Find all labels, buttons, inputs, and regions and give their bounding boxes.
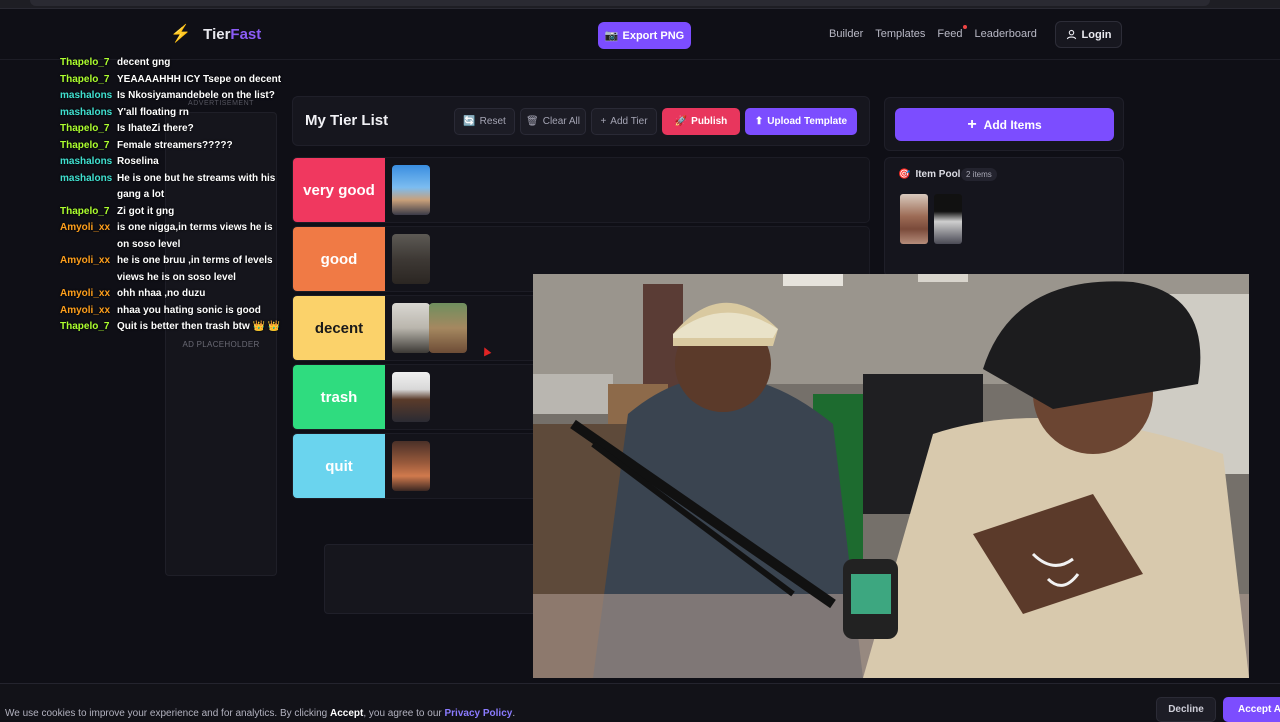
- chat-username: Thapelo_7: [60, 73, 110, 85]
- chat-message: Thapelo_7 Female streamers?????: [60, 138, 285, 155]
- tier-item-thumbnail[interactable]: [392, 441, 430, 491]
- chat-message: mashalons He is one but he streams with h…: [60, 171, 285, 204]
- upload-icon: ⬆: [754, 116, 764, 127]
- page-title: My Tier List: [305, 112, 389, 129]
- plus-icon: +: [967, 115, 977, 133]
- chat-text: Roselina: [117, 156, 159, 167]
- publish-button[interactable]: 🚀 Publish: [662, 108, 740, 135]
- browser-top-bar: [0, 0, 1280, 9]
- chat-username: Amyoli_xx: [60, 288, 111, 299]
- nav-leaderboard[interactable]: Leaderboard: [974, 28, 1036, 40]
- webcam-overlay: [533, 274, 1249, 678]
- chat-text: YEAAAAHHH ICY Tsepe on decent: [117, 73, 282, 85]
- logo[interactable]: ⚡ TierFast: [170, 24, 261, 44]
- chat-message: Thapelo_7 Is IhateZi there?: [60, 121, 285, 138]
- chat-text: Female streamers?????: [117, 139, 233, 151]
- login-button[interactable]: Login: [1055, 21, 1122, 48]
- chat-message: Amyoli_xx he is one bruu ,in terms of lev…: [60, 253, 285, 286]
- chat-username: Amyoli_xx: [60, 222, 111, 233]
- chat-message: mashalons Y'all floating rn: [60, 105, 285, 122]
- chat-message: Thapelo_7 YEAAAAHHH ICY Tsepe on decent: [60, 72, 285, 89]
- tier-label[interactable]: decent: [293, 296, 385, 360]
- logo-text: TierFast: [203, 25, 262, 43]
- chat-username: Thapelo_7: [60, 139, 110, 151]
- chat-username: mashalons: [60, 172, 113, 184]
- decline-button[interactable]: Decline: [1156, 697, 1216, 722]
- export-png-button[interactable]: 📷 Export PNG: [598, 22, 691, 49]
- chat-text: Is Nkosiyamandebele on the list?: [117, 90, 275, 101]
- chat-text: nhaa you hating sonic is good: [117, 304, 261, 316]
- ad-placeholder: AD PLACEHOLDER: [182, 340, 260, 349]
- pool-item-thumbnail[interactable]: [934, 194, 962, 244]
- chat-text: ohh nhaa ,no duzu: [117, 288, 206, 299]
- chat-text: Y'all floating rn: [117, 106, 189, 118]
- item-count-badge: 2 items: [961, 168, 997, 181]
- cookie-text: We use cookies to improve your experienc…: [5, 708, 516, 719]
- nav-builder[interactable]: Builder: [829, 28, 863, 40]
- tier-label[interactable]: trash: [293, 365, 385, 429]
- nav-templates[interactable]: Templates: [875, 28, 925, 40]
- chat-username: Thapelo_7: [60, 321, 110, 332]
- chat-message: Thapelo_7 decent gng: [60, 55, 285, 72]
- chat-text: he is one bruu ,in terms of levels views…: [117, 255, 273, 283]
- chat-username: mashalons: [60, 156, 113, 167]
- nav-feed[interactable]: Feed: [937, 25, 968, 40]
- tier-label[interactable]: quit: [293, 434, 385, 498]
- chat-message: mashalons Is Nkosiyamandebele on the list…: [60, 88, 285, 105]
- reset-icon: 🔄: [463, 116, 476, 127]
- empty-panel: [324, 544, 544, 614]
- address-bar[interactable]: [30, 0, 1210, 6]
- chat-message: Thapelo_7 Zi got it gng: [60, 204, 285, 221]
- target-icon: 🎯: [898, 169, 911, 180]
- chat-username: mashalons: [60, 90, 113, 101]
- stream-chat-overlay: Thapelo_7 decent gng Thapelo_7 YEAAAAHHH I…: [60, 55, 285, 336]
- tier-item-thumbnail[interactable]: [392, 234, 430, 284]
- main-nav: Builder Templates Feed Leaderboard: [829, 25, 1037, 40]
- chat-text: He is one but he streams with his gang a…: [117, 172, 276, 201]
- reset-button[interactable]: 🔄 Reset: [454, 108, 515, 135]
- camera-icon: 📷: [604, 30, 619, 42]
- chat-text: Zi got it gng: [117, 205, 175, 217]
- add-tier-button[interactable]: + Add Tier: [591, 108, 657, 135]
- privacy-policy-link[interactable]: Privacy Policy: [445, 708, 513, 719]
- chat-username: Thapelo_7: [60, 57, 110, 68]
- chat-text: Quit is better then trash btw 👑 👑: [117, 321, 281, 332]
- chat-message: Amyoli_xx ohh nhaa ,no duzu: [60, 286, 285, 303]
- chat-message: Thapelo_7 Quit is better then trash btw 👑…: [60, 319, 285, 336]
- upload-template-button[interactable]: ⬆ Upload Template: [745, 108, 857, 135]
- trash-icon: 🗑: [526, 116, 539, 127]
- webcam-scene: [533, 274, 1249, 678]
- tier-label[interactable]: very good: [293, 158, 385, 222]
- rocket-icon: 🚀: [674, 116, 688, 127]
- clear-all-button[interactable]: 🗑 Clear All: [520, 108, 586, 135]
- tier-item-thumbnail[interactable]: [392, 165, 430, 215]
- chat-message: Amyoli_xx is one nigga,in terms views he …: [60, 220, 285, 253]
- tier-item-thumbnail[interactable]: [429, 303, 467, 353]
- chat-text: decent gng: [117, 57, 171, 68]
- chat-username: Amyoli_xx: [60, 304, 111, 316]
- item-pool-title: 🎯 Item Pool: [898, 169, 961, 180]
- chat-text: Is IhateZi there?: [117, 123, 194, 134]
- app-header: ⚡ TierFast 📷 Export PNG Builder Template…: [0, 10, 1280, 60]
- chat-username: Amyoli_xx: [60, 255, 111, 266]
- tier-item-thumbnail[interactable]: [392, 303, 430, 353]
- chat-text: is one nigga,in terms views he is on sos…: [117, 222, 273, 250]
- chat-username: mashalons: [60, 106, 113, 118]
- accept-all-button[interactable]: Accept All: [1223, 697, 1280, 722]
- user-icon: [1066, 29, 1076, 40]
- bolt-icon: ⚡: [170, 24, 192, 43]
- chat-username: Thapelo_7: [60, 123, 110, 134]
- chat-username: Thapelo_7: [60, 205, 110, 217]
- pool-item-thumbnail[interactable]: [900, 194, 928, 244]
- chat-message: Amyoli_xx nhaa you hating sonic is good: [60, 303, 285, 320]
- tier-row-very-good[interactable]: very good: [292, 157, 870, 223]
- notification-dot: [963, 25, 968, 29]
- tier-item-thumbnail[interactable]: [392, 372, 430, 422]
- plus-icon: +: [600, 116, 607, 127]
- add-items-button[interactable]: + Add Items: [895, 108, 1114, 141]
- chat-message: mashalons Roselina: [60, 154, 285, 171]
- cookie-banner: We use cookies to improve your experienc…: [0, 683, 1280, 720]
- tier-label[interactable]: good: [293, 227, 385, 291]
